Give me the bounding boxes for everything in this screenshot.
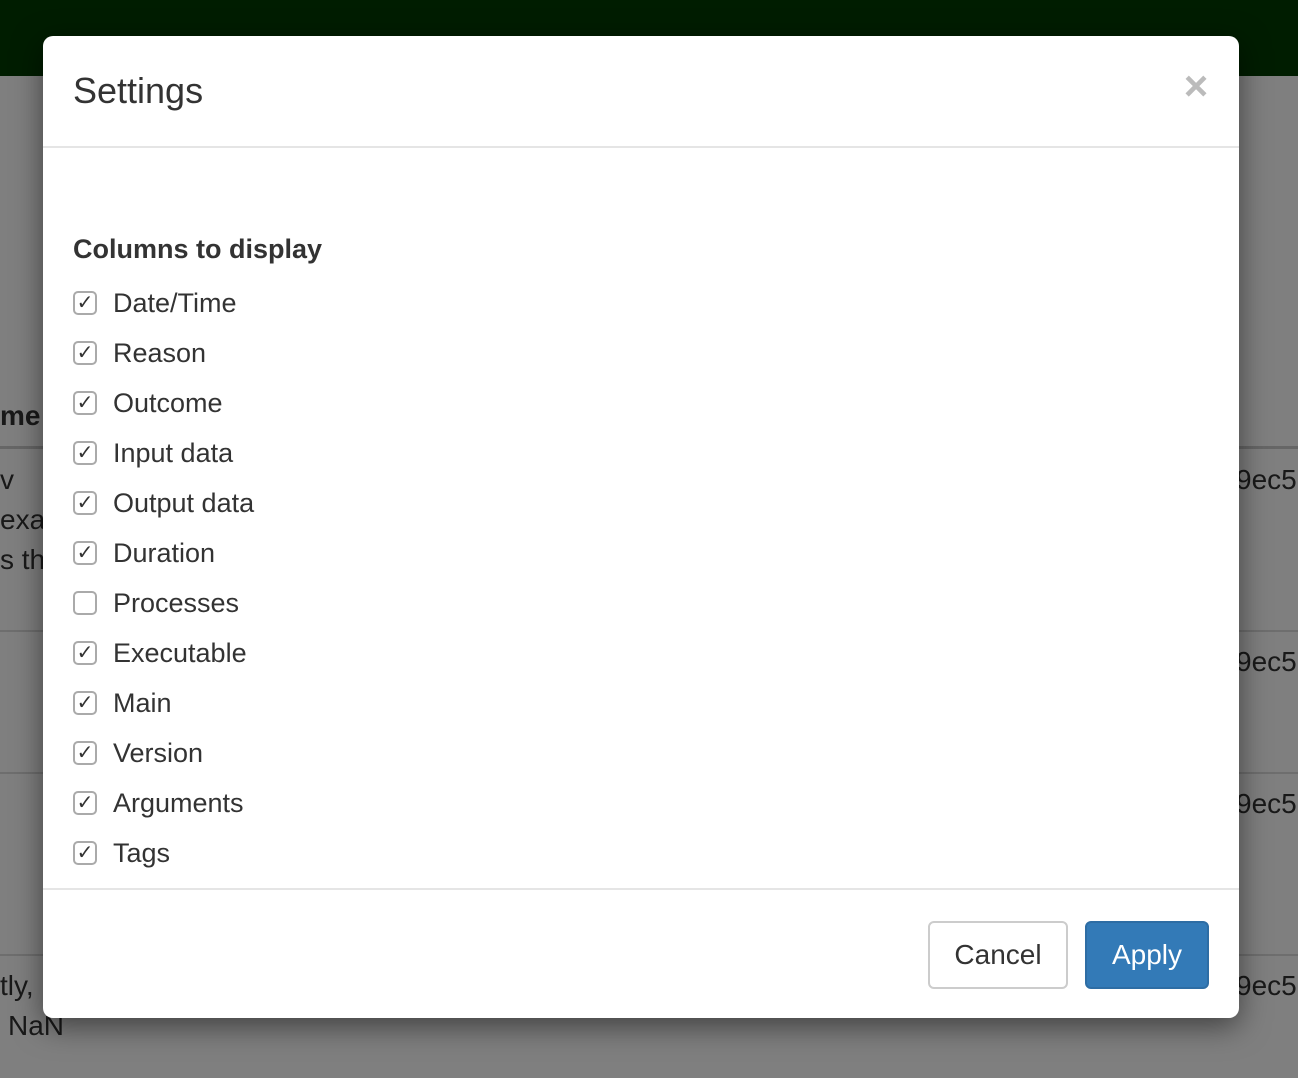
- column-option[interactable]: ✓ Tags: [73, 828, 254, 878]
- column-option[interactable]: ✓ Outcome: [73, 378, 254, 428]
- column-option[interactable]: ✓ Output data: [73, 478, 254, 528]
- checkbox-checked[interactable]: ✓: [73, 391, 97, 415]
- check-icon: ✓: [76, 692, 94, 714]
- column-option-label: Processes: [113, 587, 240, 618]
- checkbox-checked[interactable]: ✓: [73, 791, 97, 815]
- checkbox-checked[interactable]: ✓: [73, 491, 97, 515]
- close-button[interactable]: ×: [1181, 65, 1211, 107]
- column-option[interactable]: ✓ Date/Time: [73, 278, 254, 328]
- checkbox-checked[interactable]: ✓: [73, 741, 97, 765]
- check-icon: ✓: [76, 742, 94, 764]
- checkbox-checked[interactable]: ✓: [73, 841, 97, 865]
- column-option-label: Output data: [113, 487, 255, 518]
- column-option[interactable]: ✓ Input data: [73, 428, 254, 478]
- modal-header: Settings ×: [43, 36, 1239, 148]
- column-option[interactable]: Processes: [73, 578, 254, 628]
- column-option[interactable]: ✓ Duration: [73, 528, 254, 578]
- column-option-label: Arguments: [113, 787, 244, 818]
- column-option-label: Executable: [113, 637, 247, 668]
- column-option-label: Version: [113, 737, 204, 768]
- checkbox-checked[interactable]: ✓: [73, 641, 97, 665]
- columns-section-label: Columns to display: [73, 234, 323, 264]
- modal-title: Settings: [73, 70, 204, 111]
- check-icon: ✓: [76, 442, 94, 464]
- checkbox-unchecked[interactable]: [73, 591, 97, 615]
- checkbox-checked[interactable]: ✓: [73, 691, 97, 715]
- column-option-label: Outcome: [113, 387, 223, 418]
- checkbox-checked[interactable]: ✓: [73, 441, 97, 465]
- check-icon: ✓: [76, 842, 94, 864]
- column-option[interactable]: ✓ Reason: [73, 328, 254, 378]
- column-option[interactable]: ✓ Main: [73, 678, 254, 728]
- column-option[interactable]: ✓ Executable: [73, 628, 254, 678]
- column-option-label: Input data: [113, 437, 234, 468]
- column-option-label: Tags: [113, 837, 171, 868]
- checkbox-checked[interactable]: ✓: [73, 291, 97, 315]
- check-icon: ✓: [76, 392, 94, 414]
- check-icon: ✓: [76, 642, 94, 664]
- checkbox-checked[interactable]: ✓: [73, 341, 97, 365]
- check-icon: ✓: [76, 342, 94, 364]
- apply-button[interactable]: Apply: [1085, 921, 1209, 989]
- column-option[interactable]: ✓ Version: [73, 728, 254, 778]
- column-option-label: Duration: [113, 537, 216, 568]
- check-icon: ✓: [76, 542, 94, 564]
- check-icon: ✓: [76, 792, 94, 814]
- column-option-label: Date/Time: [113, 287, 237, 318]
- modal-body: Columns to display ✓ Date/Time ✓ Reason ✓ Out…: [43, 148, 1239, 888]
- checkbox-checked[interactable]: ✓: [73, 541, 97, 565]
- columns-checkbox-list: ✓ Date/Time ✓ Reason ✓ Outcome ✓ Input data ✓ Out…: [73, 278, 254, 878]
- column-option-label: Reason: [113, 337, 207, 368]
- check-icon: ✓: [76, 292, 94, 314]
- column-option[interactable]: ✓ Arguments: [73, 778, 254, 828]
- settings-modal: Settings × Columns to display ✓ Date/Time…: [43, 36, 1239, 1018]
- cancel-button[interactable]: Cancel: [928, 921, 1068, 989]
- modal-footer: Cancel Apply: [43, 888, 1239, 1018]
- column-option-label: Main: [113, 687, 172, 718]
- check-icon: ✓: [76, 492, 94, 514]
